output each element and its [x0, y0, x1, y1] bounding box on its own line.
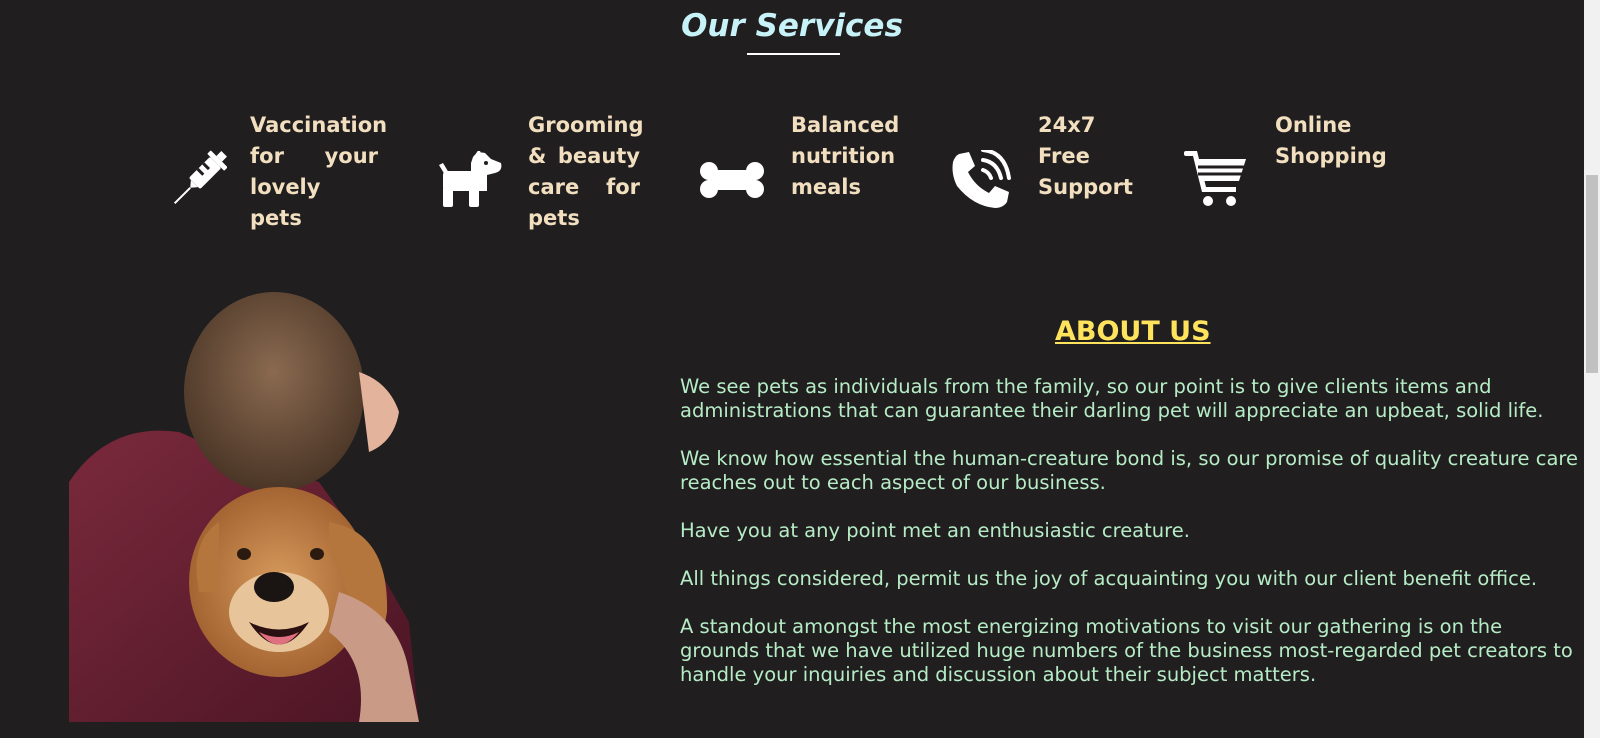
about-paragraph: A standout amongst the most energizing m… — [680, 615, 1573, 686]
service-label: Online Shopping — [1275, 113, 1387, 168]
phone-volume-icon — [946, 140, 1016, 220]
services-title: Our Services — [681, 8, 903, 44]
services-title-underline — [747, 53, 840, 55]
about-text: We see pets as individuals from the fami… — [680, 375, 1580, 711]
about-title: ABOUT US — [1055, 316, 1211, 347]
man-hugging-dog-image — [69, 292, 431, 722]
about-paragraph: We know how essential the human-creature… — [680, 447, 1578, 494]
service-nutrition: Balanced nutrition meals — [697, 110, 901, 220]
vertical-scrollbar[interactable] — [1584, 0, 1600, 738]
about-paragraph: All things considered, permit us the joy… — [680, 567, 1538, 590]
shopping-cart-icon — [1180, 140, 1250, 220]
service-label: Vaccination for your lovely pets — [250, 113, 388, 230]
syringe-icon — [163, 140, 233, 220]
about-paragraph: We see pets as individuals from the fami… — [680, 375, 1544, 422]
scrollbar-thumb[interactable] — [1586, 175, 1598, 373]
service-label: 24x7 Free Support — [1038, 113, 1133, 199]
about-paragraph: Have you at any point met an enthusiasti… — [680, 519, 1190, 542]
service-shopping: Online Shopping — [1180, 110, 1395, 220]
service-vaccination: Vaccination for your lovely pets — [163, 110, 388, 234]
page: Our Services Vaccination for your lovely… — [0, 0, 1584, 738]
service-label: Balanced nutrition meals — [791, 113, 900, 199]
service-label: Grooming & beauty care for pets — [528, 113, 644, 230]
service-grooming: Grooming & beauty care for pets — [436, 110, 644, 234]
bone-icon — [697, 140, 767, 220]
dog-icon — [436, 140, 506, 220]
service-support: 24x7 Free Support — [946, 110, 1133, 220]
